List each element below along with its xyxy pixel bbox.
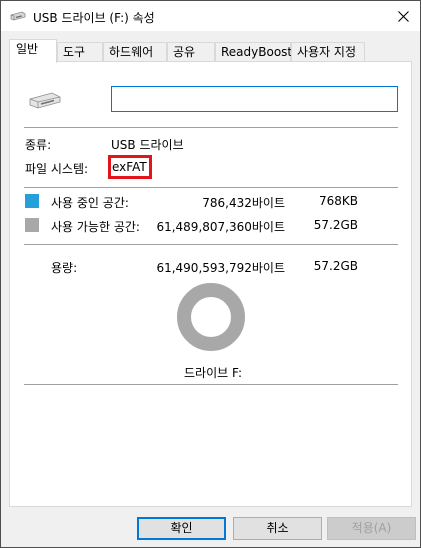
close-button[interactable] [386, 1, 420, 31]
title-bar: USB 드라이브 (F:) 속성 [1, 1, 420, 31]
used-space-label: 사용 중인 공간: [51, 196, 129, 210]
drive-name-input[interactable] [111, 86, 398, 112]
separator [24, 384, 398, 385]
usb-drive-icon [29, 92, 61, 109]
used-space-size: 768KB [318, 194, 358, 208]
tab-hardware[interactable]: 하드웨어 [103, 42, 167, 62]
used-space-bytes: 786,432바이트 [202, 196, 285, 210]
free-space-bytes: 61,489,807,360바이트 [156, 220, 285, 234]
ok-button[interactable]: 확인 [137, 517, 226, 540]
properties-window: USB 드라이브 (F:) 속성 일반 도구 하드웨어 공유 ReadyBoos… [0, 0, 421, 548]
capacity-label: 용량: [51, 261, 78, 275]
separator [24, 127, 398, 128]
usage-donut-chart [177, 283, 245, 351]
tab-tools[interactable]: 도구 [57, 42, 103, 62]
type-label: 종류: [25, 138, 52, 152]
free-space-size: 57.2GB [313, 218, 358, 232]
used-space-swatch [25, 194, 39, 208]
general-panel: 종류: USB 드라이브 파일 시스템: exFAT 사용 중인 공간: 786… [9, 61, 412, 507]
capacity-size: 57.2GB [313, 259, 358, 273]
close-icon [397, 10, 409, 22]
separator [24, 244, 398, 245]
file-system-value: exFAT [112, 160, 147, 174]
tab-readyboost[interactable]: ReadyBoost [215, 42, 292, 62]
separator [24, 187, 398, 188]
capacity-bytes: 61,490,593,792바이트 [156, 261, 285, 275]
apply-button[interactable]: 적용(A) [327, 517, 416, 540]
file-system-label: 파일 시스템: [25, 162, 89, 176]
tab-customize[interactable]: 사용자 지정 [291, 42, 365, 62]
usb-drive-icon [10, 11, 26, 21]
tab-general[interactable]: 일반 [9, 39, 57, 63]
drive-letter-label: 드라이브 F: [184, 366, 242, 380]
free-space-swatch [25, 218, 39, 232]
free-space-label: 사용 가능한 공간: [51, 220, 140, 234]
cancel-button[interactable]: 취소 [233, 517, 322, 540]
free-space-ring [177, 283, 245, 351]
type-value: USB 드라이브 [111, 138, 184, 152]
window-title: USB 드라이브 (F:) 속성 [33, 11, 155, 25]
tab-sharing[interactable]: 공유 [167, 42, 215, 62]
